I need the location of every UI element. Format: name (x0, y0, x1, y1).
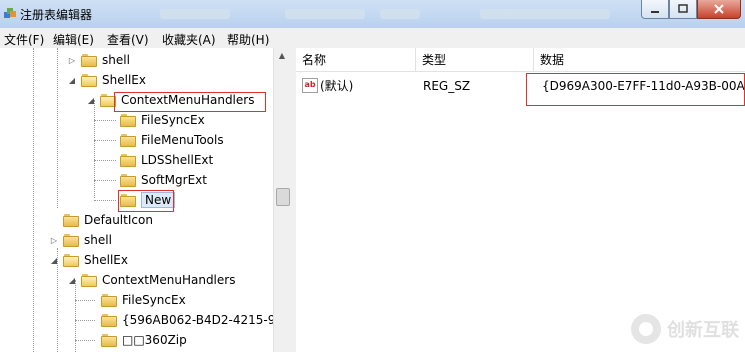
minimize-icon (651, 11, 659, 13)
highlight-box (114, 92, 266, 112)
tree-scrollbar[interactable]: ▲ (273, 48, 290, 352)
value-type: REG_SZ (423, 79, 471, 93)
folder-open-icon (63, 253, 79, 267)
watermark-logo-icon (631, 314, 661, 344)
folder-open-icon (81, 273, 97, 287)
tree-guide-line (94, 200, 116, 201)
values-list[interactable]: 名称 类型 数据 ab (默认) REG_SZ {D969A300-E7FF-1… (296, 48, 745, 352)
tree-node-label: shell (84, 233, 112, 247)
watermark: 创新互联 (631, 314, 739, 344)
expand-arrow-icon[interactable]: ▷ (67, 56, 77, 65)
blurred-title-region (380, 9, 420, 19)
folder-icon (63, 233, 79, 247)
folder-icon (120, 153, 136, 167)
tree-guide-line (75, 340, 95, 341)
tree-node[interactable]: ▷ shell (49, 230, 112, 250)
folder-icon (101, 313, 117, 327)
folder-icon (120, 113, 136, 127)
blurred-title-region (160, 9, 230, 19)
menu-view[interactable]: 查看(V) (107, 31, 149, 48)
tree-node-label: FileMenuTools (141, 133, 224, 147)
tree-guide-line (94, 100, 95, 198)
folder-icon (63, 213, 79, 227)
value-name[interactable]: (默认) (320, 75, 353, 97)
menu-file[interactable]: 文件(F) (4, 31, 44, 48)
tree-node-label: FileSyncEx (122, 293, 186, 307)
tree-node[interactable]: ◢ ShellEx (67, 70, 146, 90)
maximize-icon (678, 4, 688, 13)
folder-icon (101, 293, 117, 307)
tree-node-label: ContextMenuHandlers (102, 273, 236, 287)
watermark-text: 创新互联 (667, 320, 739, 341)
tree-guide-line (75, 280, 76, 352)
collapse-arrow-icon[interactable]: ◢ (86, 96, 96, 105)
menu-help[interactable]: 帮助(H) (227, 31, 269, 48)
tree-node[interactable]: ◢ ContextMenuHandlers (67, 270, 236, 290)
tree-node[interactable]: FileSyncEx (101, 290, 186, 310)
tree-node-label: FileSyncEx (141, 113, 205, 127)
tree-node[interactable]: □□360Zip (101, 330, 187, 350)
registry-editor-icon (4, 8, 16, 18)
collapse-arrow-icon[interactable]: ◢ (67, 76, 77, 85)
maximize-button[interactable] (669, 0, 697, 19)
collapse-arrow-icon[interactable]: ◢ (67, 276, 77, 285)
tree-node-label: ShellEx (102, 73, 146, 87)
tree-node-label: LDSShellExt (141, 153, 214, 167)
reg-sz-icon: ab (302, 78, 318, 93)
tree-node-label: ShellEx (84, 253, 128, 267)
highlight-box (526, 73, 745, 106)
tree-node[interactable]: ◢ ShellEx (49, 250, 128, 270)
tree-node[interactable]: FileMenuTools (120, 130, 224, 150)
tree-node-label: DefaultIcon (84, 213, 153, 227)
tree-node[interactable]: ▷ shell (67, 50, 130, 70)
tree-guide-line (94, 180, 116, 181)
scroll-up-arrow-icon[interactable]: ▲ (274, 48, 290, 64)
folder-icon (101, 333, 117, 347)
tree-node[interactable]: LDSShellExt (120, 150, 213, 170)
tree-guide-line (75, 300, 95, 301)
tree-node[interactable]: FileSyncEx (120, 110, 205, 130)
menu-favorites[interactable]: 收藏夹(A) (162, 31, 216, 48)
tree-guide-line (94, 120, 116, 121)
column-header-name[interactable]: 名称 (296, 48, 416, 72)
tree-node[interactable]: {596AB062-B4D2-4215-9F (101, 310, 282, 330)
menu-bar: 文件(F) 编辑(E) 查看(V) 收藏夹(A) 帮助(H) (0, 28, 745, 49)
tree-node[interactable]: DefaultIcon (49, 210, 153, 230)
tree-guide-line (57, 48, 58, 208)
registry-tree[interactable]: ▷ shell ◢ ShellEx ◢ ContextMenuHandlers … (0, 48, 291, 352)
blurred-title-region (480, 9, 610, 19)
folder-icon (120, 173, 136, 187)
folder-open-icon (81, 73, 97, 87)
title-bar: 注册表编辑器 (0, 0, 745, 28)
folder-icon (81, 53, 97, 67)
tree-node-label: {596AB062-B4D2-4215-9F (122, 313, 283, 327)
column-header-type[interactable]: 类型 (416, 48, 534, 72)
tree-node-label: shell (102, 53, 130, 67)
window-title: 注册表编辑器 (20, 8, 93, 22)
minimize-button[interactable] (641, 0, 669, 19)
expand-arrow-icon[interactable]: ▷ (49, 236, 59, 245)
collapse-arrow-icon[interactable]: ◢ (49, 256, 59, 265)
folder-icon (120, 133, 136, 147)
blurred-title-region (285, 9, 365, 19)
tree-guide-line (75, 320, 95, 321)
tree-guide-line (33, 48, 34, 352)
tree-guide-line (94, 160, 116, 161)
tree-node[interactable]: SoftMgrExt (120, 170, 207, 190)
menu-edit[interactable]: 编辑(E) (53, 31, 94, 48)
close-icon (714, 4, 724, 14)
column-header-data[interactable]: 数据 (534, 48, 745, 72)
tree-node-label: SoftMgrExt (141, 173, 207, 187)
tree-node-label: □□360Zip (122, 333, 187, 347)
highlight-box (118, 190, 174, 212)
tree-guide-line (94, 140, 116, 141)
close-button[interactable] (697, 0, 741, 19)
scroll-thumb[interactable] (276, 188, 290, 206)
